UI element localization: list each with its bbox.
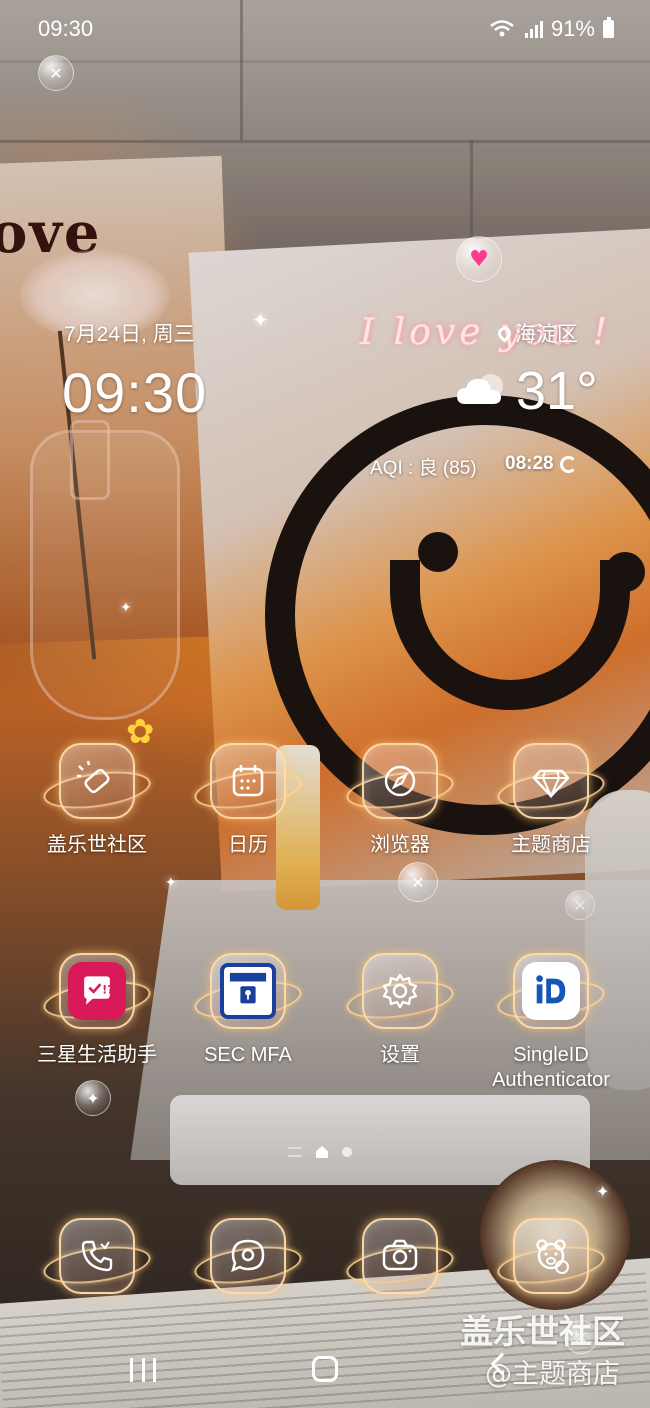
decorative-bubble: ✕	[565, 890, 595, 920]
weather-location-name: 海淀区	[515, 323, 578, 346]
app-galaxy-community[interactable]: 盖乐世社区	[22, 743, 172, 858]
recent-apps-button[interactable]	[130, 1358, 156, 1382]
app-label: SingleID Authenticator	[492, 1043, 610, 1093]
status-icons: 91%	[489, 16, 614, 42]
app-samsung-life-assistant[interactable]: !? 三星生活助手	[22, 953, 172, 1068]
battery-icon	[603, 17, 614, 38]
wallpaper: ove	[0, 0, 650, 1408]
weather-aqi: AQI : 良 (85)	[370, 458, 477, 479]
dock-bear-app[interactable]	[476, 1218, 626, 1294]
phone-icon	[59, 1218, 135, 1294]
app-label: SEC MFA	[204, 1044, 292, 1066]
wifi-icon	[490, 20, 514, 37]
app-label: 主题商店	[511, 834, 591, 856]
app-singleid-authenticator[interactable]: SingleID Authenticator	[476, 953, 626, 1093]
decorative-bubble: ✕	[398, 862, 438, 902]
status-bar: 09:30 91%	[0, 0, 650, 60]
back-button[interactable]	[490, 1352, 514, 1376]
sparkle-icon: ✦	[596, 1182, 610, 1201]
flashlight-icon	[59, 743, 135, 819]
calendar-icon	[210, 743, 286, 819]
sparkle-icon: ✦	[120, 600, 132, 616]
weather-location: 海淀区	[495, 318, 578, 348]
compass-icon	[362, 743, 438, 819]
home-page-icon[interactable]	[316, 1146, 328, 1158]
decorative-bubble: ✕	[38, 55, 74, 91]
singleid-tile	[522, 962, 580, 1020]
battery-percent: 91%	[550, 16, 595, 41]
decorative-bubble: ✦	[75, 1080, 111, 1116]
weather-temperature: 31°	[516, 361, 598, 421]
camera-icon	[362, 1218, 438, 1294]
partly-cloudy-icon	[457, 374, 503, 404]
samsung-lock-icon	[210, 953, 286, 1029]
bear-icon	[513, 1218, 589, 1294]
page-list-icon[interactable]	[288, 1147, 302, 1157]
id-icon	[513, 953, 589, 1029]
widget-clock: 09:30	[62, 361, 208, 424]
weather-updated-time: 08:28	[505, 453, 554, 474]
sparkle-icon: ✦	[165, 875, 177, 891]
app-label: 浏览器	[370, 834, 430, 856]
app-theme-store[interactable]: 主题商店	[476, 743, 626, 858]
app-label: 设置	[380, 1044, 420, 1066]
checkmark-chat-icon: !?	[59, 953, 135, 1029]
page-dot[interactable]	[342, 1147, 352, 1157]
status-time: 09:30	[38, 16, 94, 41]
life-assistant-tile: !?	[68, 962, 126, 1020]
app-label-line1: SingleID	[513, 1044, 589, 1066]
app-label: 盖乐世社区	[47, 834, 147, 856]
widget-date: 7月24日, 周三	[64, 323, 195, 346]
heart-bubble-icon: ♥	[456, 236, 502, 282]
sec-mfa-tile	[220, 963, 276, 1019]
diamond-icon	[513, 743, 589, 819]
navigation-bar	[0, 1340, 650, 1408]
app-settings[interactable]: 设置	[325, 953, 475, 1068]
svg-text:!?: !?	[102, 984, 114, 997]
dock-camera[interactable]	[325, 1218, 475, 1294]
page-indicator[interactable]	[288, 1146, 352, 1158]
signal-icon	[524, 21, 543, 38]
app-label: 三星生活助手	[37, 1044, 157, 1066]
weather-updated[interactable]: 08:28	[505, 453, 577, 475]
refresh-icon[interactable]	[559, 455, 577, 473]
dock-phone[interactable]	[22, 1218, 172, 1294]
app-label: 日历	[228, 834, 268, 856]
message-icon	[210, 1218, 286, 1294]
app-calendar[interactable]: 日历	[173, 743, 323, 858]
app-label-line2: Authenticator	[492, 1069, 610, 1091]
app-sec-mfa[interactable]: SEC MFA	[173, 953, 323, 1068]
gear-icon	[362, 953, 438, 1029]
home-button[interactable]	[312, 1356, 338, 1382]
dock-messages[interactable]	[173, 1218, 323, 1294]
app-browser[interactable]: 浏览器	[325, 743, 475, 858]
sparkle-icon: ✦	[252, 308, 269, 332]
wallpaper-dim-overlay	[0, 0, 650, 1408]
location-pin-icon	[495, 323, 514, 343]
